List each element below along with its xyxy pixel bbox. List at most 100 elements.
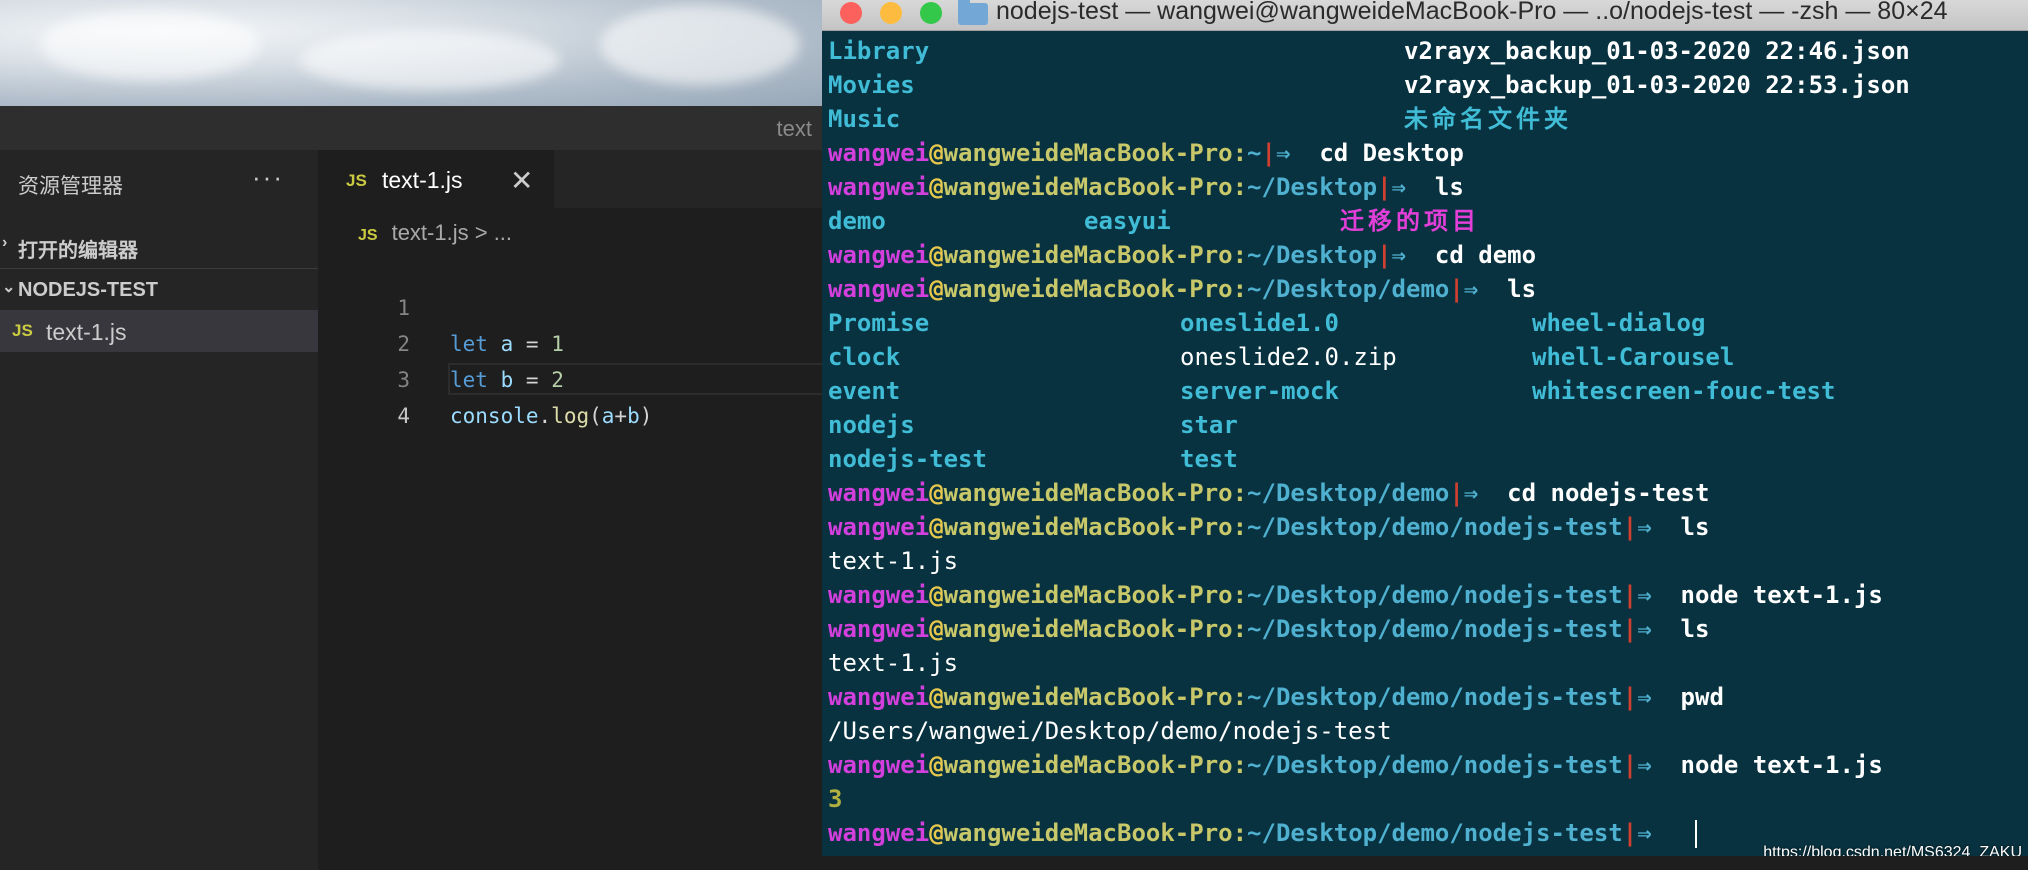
dir-entry: whell-Carousel: [1532, 343, 1735, 371]
prompt-arrow: ⇒: [1637, 819, 1652, 847]
terminal-line: nodejs star: [828, 408, 2028, 442]
paren-open: (: [589, 404, 602, 428]
tab-label: text-1.js: [382, 167, 463, 193]
prompt-path: ~/Desktop/demo/nodejs-test: [1247, 615, 1623, 643]
prompt-arrow: ⇒: [1463, 479, 1479, 507]
prompt-host: wangweideMacBook-Pro: [943, 751, 1233, 779]
breadcrumb-rest[interactable]: > ...: [475, 220, 512, 245]
open-editors-section[interactable]: › 打开的编辑器: [0, 226, 318, 266]
prompt-colon: :: [1232, 241, 1248, 269]
prompt-arrow: ⇒: [1463, 275, 1479, 303]
prompt-at: @: [929, 479, 944, 507]
prompt-at: @: [929, 819, 944, 847]
command: node text-1.js: [1680, 581, 1883, 609]
code-line: 2 let b = 2: [318, 290, 822, 392]
prompt-colon: :: [1232, 173, 1248, 201]
prompt-colon: :: [1232, 581, 1248, 609]
prompt-colon: :: [1232, 479, 1248, 507]
folder-icon: [958, 0, 988, 25]
prompt-bar: |: [1377, 241, 1392, 269]
file-entry: oneslide2.0.zip: [1180, 343, 1397, 371]
prompt-user: wangwei: [828, 581, 930, 609]
command: node text-1.js: [1680, 751, 1883, 779]
terminal-line: nodejs-test test: [828, 442, 2028, 476]
prompt-user: wangwei: [828, 751, 930, 779]
terminal-line: /Users/wangwei/Desktop/demo/nodejs-test: [828, 714, 2028, 748]
prompt-line: wangwei@wangweideMacBook-Pro:~/Desktop/d…: [828, 612, 2028, 646]
terminal-line: Library v2rayx_backup_01-03-2020 22:46.js…: [828, 34, 2028, 68]
cloud: [600, 5, 800, 85]
text-cursor: [1694, 820, 1697, 848]
vscode-window: text 资源管理器 ··· › 打开的编辑器 ⌄ NODEJS-TEST JS…: [0, 106, 828, 870]
prompt-arrow: ⇒: [1637, 513, 1652, 541]
minimize-window-button[interactable]: [880, 2, 902, 24]
dir-entry: Movies: [828, 71, 915, 99]
prompt-path: ~/Desktop: [1247, 241, 1378, 269]
dir-entry: test: [1180, 445, 1238, 473]
more-actions-icon[interactable]: ···: [252, 162, 284, 193]
terminal-titlebar[interactable]: nodejs-test — wangwei@wangweideMacBook-P…: [822, 0, 2028, 31]
terminal-line: event server-mock whitescreen-fouc-test: [828, 374, 2028, 408]
dot: .: [538, 404, 552, 428]
prompt-host: wangweideMacBook-Pro: [943, 241, 1233, 269]
prompt-host: wangweideMacBook-Pro: [943, 581, 1233, 609]
close-window-button[interactable]: [840, 2, 862, 24]
prompt-bar: |: [1622, 683, 1638, 711]
prompt-line: wangwei@wangweideMacBook-Pro:~/Desktop/d…: [828, 272, 2028, 306]
prompt-at: @: [929, 139, 944, 167]
prompt-arrow: ⇒: [1275, 139, 1291, 167]
js-file-icon: JS: [346, 171, 367, 190]
terminal-title: nodejs-test — wangwei@wangweideMacBook-P…: [996, 0, 1948, 25]
dir-entry: Promise: [828, 309, 930, 337]
terminal-output[interactable]: Library v2rayx_backup_01-03-2020 22:46.js…: [828, 34, 2028, 850]
prompt-user: wangwei: [828, 683, 930, 711]
breadcrumb-file[interactable]: text-1.js: [392, 220, 469, 245]
prompt-path: ~/Desktop/demo/nodejs-test: [1247, 581, 1623, 609]
desktop-wallpaper: [0, 0, 822, 106]
prompt-line: wangwei@wangweideMacBook-Pro:~/Desktop/d…: [828, 578, 2028, 612]
terminal-line: 3: [828, 782, 2028, 816]
cloud: [40, 10, 260, 80]
prompt-user: wangwei: [828, 241, 930, 269]
prompt-bar: |: [1622, 615, 1638, 643]
dir-entry: Library: [828, 37, 930, 65]
file-item-text-1-js[interactable]: JS text-1.js: [0, 310, 318, 352]
prompt-at: @: [929, 683, 944, 711]
command: pwd: [1680, 683, 1724, 711]
prompt-host: wangweideMacBook-Pro: [943, 615, 1233, 643]
variable: b: [627, 404, 640, 428]
cloud: [300, 30, 560, 90]
terminal-line: text-1.js: [828, 646, 2028, 680]
prompt-user: wangwei: [828, 615, 930, 643]
file-entry: v2rayx_backup_01-03-2020 22:53.json: [1404, 71, 1910, 99]
code-text: console.log(a+b): [450, 398, 652, 434]
terminal-line: Promise oneslide1.0 wheel-dialog: [828, 306, 2028, 340]
command-output: text-1.js: [828, 547, 959, 575]
open-editors-label: 打开的编辑器: [18, 240, 138, 262]
tab-text-1-js[interactable]: JS text-1.js ✕: [318, 150, 554, 208]
prompt-at: @: [929, 615, 944, 643]
prompt-user: wangwei: [828, 819, 930, 847]
prompt-user: wangwei: [828, 139, 930, 167]
prompt-line: wangwei@wangweideMacBook-Pro:~/Desktop|⇒…: [828, 170, 2028, 204]
prompt-host: wangweideMacBook-Pro: [943, 819, 1233, 847]
prompt-user: wangwei: [828, 479, 930, 507]
prompt-bar: |: [1622, 819, 1638, 847]
maximize-window-button[interactable]: [920, 2, 942, 24]
close-icon[interactable]: ✕: [510, 164, 533, 197]
prompt-user: wangwei: [828, 173, 930, 201]
chevron-down-icon: ⌄: [2, 279, 16, 296]
project-section[interactable]: ⌄ NODEJS-TEST: [0, 268, 318, 311]
prompt-host: wangweideMacBook-Pro: [943, 479, 1233, 507]
prompt-bar: |: [1261, 139, 1276, 167]
prompt-colon: :: [1232, 139, 1248, 167]
prompt-user: wangwei: [828, 513, 930, 541]
dir-entry: oneslide1.0: [1180, 309, 1339, 337]
paren-close: ): [639, 404, 653, 428]
breadcrumb[interactable]: JS text-1.js > ...: [358, 220, 512, 246]
vscode-titlebar[interactable]: text: [0, 106, 822, 151]
prompt-at: @: [929, 751, 944, 779]
command-output: 3: [828, 785, 843, 813]
code-editor[interactable]: 1 let a = 1 2 let b = 2 3 console.log(a+…: [318, 254, 828, 428]
file-entry: v2rayx_backup_01-03-2020 22:46.json: [1404, 37, 1910, 65]
